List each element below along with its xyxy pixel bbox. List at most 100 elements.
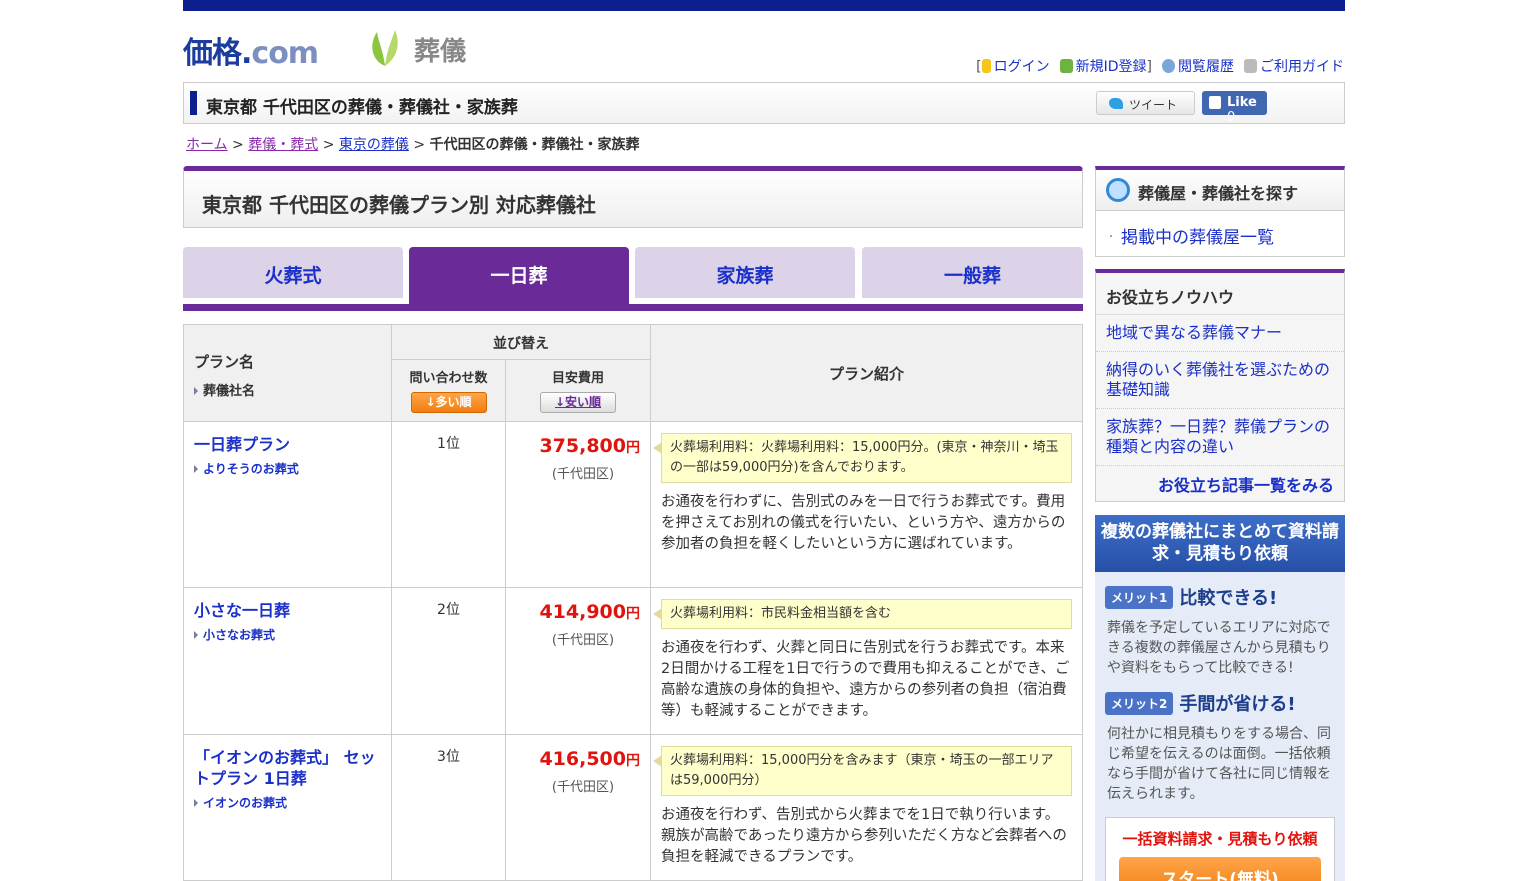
leaf-icon xyxy=(372,30,398,66)
company-name: よりそうのお葬式 xyxy=(203,462,299,476)
breadcrumb-sep: > xyxy=(413,137,426,153)
breadcrumb-sep: > xyxy=(322,137,335,153)
page-title: 東京都 千代田区の葬儀・葬儀社・家族葬 xyxy=(206,98,518,118)
header-inquiries-label: 問い合わせ数 xyxy=(409,371,488,386)
like-count: 0 xyxy=(1227,110,1236,125)
company-link[interactable]: イオンのお葬式 xyxy=(194,794,381,811)
sidebar-promo-banner[interactable]: 複数の葬儀社にまとめて資料請求・見積もり依頼 メリット1 比較できる! 葬儀を予… xyxy=(1095,515,1345,881)
plan-cell: 一日葬プラン よりそうのお葬式 xyxy=(183,421,392,588)
logo-funeral[interactable]: 葬儀 xyxy=(414,31,466,68)
arrow-icon xyxy=(194,631,198,639)
plan-description: お通夜を行わず、告別式から火葬までを1日で執り行います。親族が高齢であったり遠方… xyxy=(661,807,1067,865)
plan-cell: 「イオンのお葬式」 セットプラン 1日葬 イオンのお葬式 xyxy=(183,734,392,881)
intro-cell: 火葬場利用料：市民料金相当額を含む お通夜を行わず、火葬と同日に告別式を行うお葬… xyxy=(650,587,1083,735)
intro-cell: 火葬場利用料：火葬場利用料：15,000円分。(東京・神奈川・埼玉の一部は59,… xyxy=(650,421,1083,588)
logo-dot: . xyxy=(241,36,252,71)
promo-cta-title: 一括資料請求・見積もり依頼 xyxy=(1122,830,1318,848)
crematorium-note: 火葬場利用料：市民料金相当額を含む xyxy=(653,599,1072,629)
tab-family[interactable]: 家族葬 xyxy=(635,247,855,298)
arrow-icon xyxy=(194,799,198,807)
crematorium-note: 火葬場利用料：火葬場利用料：15,000円分。(東京・神奈川・埼玉の一部は59,… xyxy=(653,433,1072,483)
main-heading: 東京都 千代田区の葬儀プラン別 対応葬儀社 xyxy=(202,193,596,217)
kakaku-logo[interactable]: 価格.com xyxy=(183,28,319,72)
sort-cheap-button[interactable]: ↓安い順 xyxy=(540,392,616,413)
facebook-like-button[interactable]: Like 0 xyxy=(1202,91,1267,125)
tab-one-day[interactable]: 一日葬 xyxy=(409,247,629,305)
breadcrumb-sep: > xyxy=(232,137,244,153)
guide-link[interactable]: ご利用ガイド xyxy=(1260,59,1344,75)
company-link[interactable]: よりそうのお葬式 xyxy=(194,460,381,477)
header-plan: プラン名 葬儀社名 xyxy=(183,324,392,422)
knowhow-link[interactable]: 地域で異なる葬儀マナー xyxy=(1096,315,1344,352)
knowhow-link[interactable]: 納得のいく葬儀社を選ぶための基礎知識 xyxy=(1096,352,1344,409)
area-label: (千代田区) xyxy=(551,467,615,482)
breadcrumb-tokyo[interactable]: 東京の葬儀 xyxy=(339,137,409,153)
header-cost-label: 目安費用 xyxy=(551,371,604,386)
header-company: 葬儀社名 xyxy=(194,380,381,399)
knowhow-title: お役立ちノウハウ xyxy=(1096,273,1344,315)
start-button[interactable]: スタート(無料) xyxy=(1119,857,1321,881)
sidebar-search-header: 葬儀屋・葬儀社を探す xyxy=(1096,170,1344,211)
sidebar-item-listing-label: 掲載中の葬儀屋一覧 xyxy=(1121,228,1274,248)
list-icon xyxy=(1244,59,1257,73)
tab-general[interactable]: 一般葬 xyxy=(862,247,1083,298)
plan-name-link[interactable]: 一日葬プラン xyxy=(194,434,381,455)
plan-description: お通夜を行わず、火葬と同日に告別式を行うお葬式です。本来2日間かける工程を1日で… xyxy=(661,640,1070,719)
arrow-icon xyxy=(194,465,198,473)
tweet-button[interactable]: ツイート xyxy=(1096,91,1195,115)
breadcrumb-home[interactable]: ホーム xyxy=(186,137,228,153)
breadcrumb-current: 千代田区の葬儀・葬儀社・家族葬 xyxy=(429,137,640,153)
table-row: 小さな一日葬 小さなお葬式 2位 414,900円 (千代田区) 火葬場利用料：… xyxy=(183,587,1083,735)
main-heading-box: 東京都 千代田区の葬儀プラン別 対応葬儀社 xyxy=(183,166,1083,228)
price-cell: 414,900円 (千代田区) xyxy=(505,587,651,735)
sidebar-search-title: 葬儀屋・葬儀社を探す xyxy=(1138,184,1299,203)
top-bar xyxy=(183,0,1345,11)
plan-name-link[interactable]: 「イオンのお葬式」 セットプラン 1日葬 xyxy=(194,747,381,789)
sidebar-item-listing[interactable]: ・掲載中の葬儀屋一覧 xyxy=(1096,211,1344,248)
promo-title: 複数の葬儀社にまとめて資料請求・見積もり依頼 xyxy=(1095,515,1345,572)
download-icon xyxy=(1059,59,1073,73)
clock-icon xyxy=(1162,59,1175,73)
tab-cremation[interactable]: 火葬式 xyxy=(183,247,403,298)
header-plan-label: プラン名 xyxy=(194,353,255,371)
rank-cell: 1位 xyxy=(391,421,506,588)
table-row: 一日葬プラン よりそうのお葬式 1位 375,800円 (千代田区) 火葬場利用… xyxy=(183,421,1083,588)
merit1-title: 比較できる! xyxy=(1179,588,1278,609)
price-cell: 416,500円 (千代田区) xyxy=(505,734,651,881)
knowhow-link[interactable]: 家族葬？一日葬？葬儀プランの種類と内容の違い xyxy=(1096,409,1344,466)
sort-many-button[interactable]: ↓多い順 xyxy=(410,392,487,413)
header-inquiries: 問い合わせ数 ↓多い順 xyxy=(391,359,506,422)
logo-main: 価格 xyxy=(183,36,242,71)
plan-description: お通夜を行わずに、告別式のみを一日で行うお葬式です。費用を押さえてお別れの儀式を… xyxy=(661,494,1066,552)
company-name: イオンのお葬式 xyxy=(203,796,288,810)
plan-name-link[interactable]: 小さな一日葬 xyxy=(194,600,381,621)
breadcrumb-funeral[interactable]: 葬儀・葬式 xyxy=(248,137,318,153)
magnifier-icon xyxy=(1106,178,1130,202)
merit2-badge: メリット2 xyxy=(1105,691,1174,715)
plan-tabs: 火葬式 一日葬 家族葬 一般葬 xyxy=(183,247,1083,311)
like-label: Like xyxy=(1227,95,1257,110)
yen-label: 円 xyxy=(626,753,640,769)
price-cell: 375,800円 (千代田区) xyxy=(505,421,651,588)
yen-label: 円 xyxy=(626,606,640,622)
header-sort: 並び替え xyxy=(391,324,651,360)
history-link[interactable]: 閲覧履歴 xyxy=(1178,59,1234,75)
knowhow-more-link[interactable]: お役立ち記事一覧をみる xyxy=(1096,466,1344,496)
price-value: 416,500 xyxy=(539,748,626,770)
sidebar-search: 葬儀屋・葬儀社を探す ・掲載中の葬儀屋一覧 xyxy=(1095,166,1345,257)
company-link[interactable]: 小さなお葬式 xyxy=(194,626,381,643)
area-label: (千代田区) xyxy=(551,780,615,795)
title-bar: 東京都 千代田区の葬儀・葬儀社・家族葬 ツイート Like 0 xyxy=(183,82,1345,125)
header-links: [ログイン 新規ID登録] 閲覧履歴 ご利用ガイド xyxy=(976,59,1344,75)
rank-cell: 2位 xyxy=(391,587,506,735)
merit1-text: 葬儀を予定しているエリアに対応できる複数の葬儀屋さんから見積もりや資料をもらって… xyxy=(1107,620,1331,676)
register-link[interactable]: 新規ID登録 xyxy=(1076,59,1147,75)
key-icon xyxy=(981,59,991,73)
merit2-heading: メリット2 手間が省ける! xyxy=(1105,690,1345,716)
breadcrumb: ホーム > 葬儀・葬式 > 東京の葬儀 > 千代田区の葬儀・葬儀社・家族葬 xyxy=(186,134,640,154)
area-label: (千代田区) xyxy=(551,633,615,648)
arrow-icon xyxy=(194,387,198,395)
tab-underline xyxy=(183,304,1083,311)
login-link[interactable]: ログイン xyxy=(994,59,1050,75)
merit2-title: 手間が省ける! xyxy=(1179,694,1296,715)
